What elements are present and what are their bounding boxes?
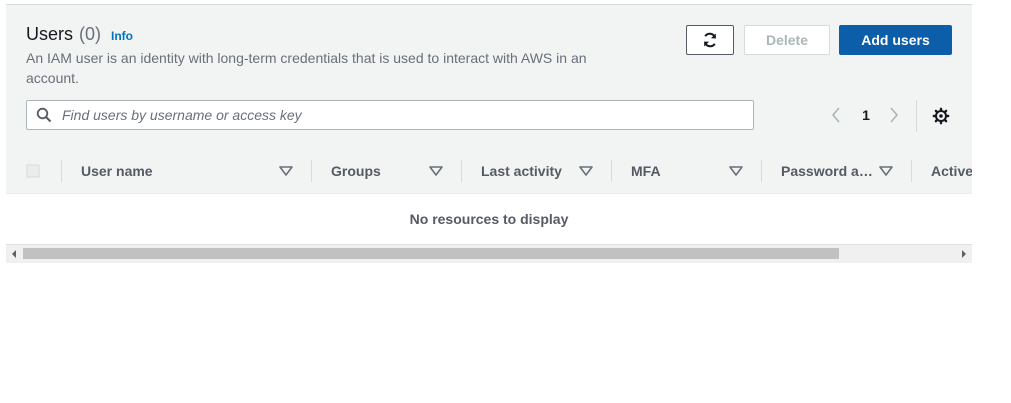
search-field[interactable] [26,100,754,130]
column-header-mfa[interactable]: MFA [611,148,761,194]
column-header-password-age[interactable]: Password a… [761,148,911,194]
page-header: Users (0) Info [26,23,133,47]
column-label: Password a… [781,163,873,179]
previous-page-button[interactable] [828,105,844,125]
table-header: User name Groups Last activity MFA Passw… [6,148,972,194]
current-page-number[interactable]: 1 [856,105,876,125]
column-label: MFA [631,163,661,179]
column-header-user-name[interactable]: User name [61,148,311,194]
chevron-left-icon [831,107,841,123]
column-label: Last activity [481,163,562,179]
preferences-button[interactable] [931,106,951,126]
page-title: Users [26,24,74,44]
column-divider [611,160,612,182]
column-divider [461,160,462,182]
sort-icon [279,166,293,176]
column-label: Groups [331,163,381,179]
sort-icon [429,166,443,176]
sort-icon [879,166,893,176]
arrow-left-icon [11,250,17,258]
info-link[interactable]: Info [111,25,133,47]
search-input[interactable] [60,106,744,124]
column-header-active-key[interactable]: Active [911,148,972,194]
sort-icon [729,166,743,176]
empty-state-message: No resources to display [6,194,972,244]
arrow-right-icon [961,250,967,258]
pager-divider [916,100,917,132]
column-header-last-activity[interactable]: Last activity [461,148,611,194]
gear-icon [932,107,950,125]
scroll-left-button[interactable] [6,245,22,263]
scroll-thumb[interactable] [23,248,839,259]
column-header-groups[interactable]: Groups [311,148,461,194]
sort-icon [579,166,593,176]
next-page-button[interactable] [886,105,902,125]
column-divider [311,160,312,182]
page-description: An IAM user is an identity with long-ter… [26,50,587,86]
column-label: Active [931,163,972,179]
column-divider [911,160,912,182]
chevron-right-icon [889,107,899,123]
column-label: User name [81,163,153,179]
horizontal-scrollbar[interactable] [6,244,972,263]
column-divider [61,160,62,182]
users-panel: Users (0) Info An IAM user is an identit… [6,4,972,263]
column-divider [761,160,762,182]
user-count: (0) [79,24,102,44]
select-all-checkbox[interactable] [26,164,40,178]
scroll-right-button[interactable] [956,245,972,263]
delete-button[interactable]: Delete [744,25,830,55]
refresh-icon [702,32,718,48]
add-users-button[interactable]: Add users [839,25,952,55]
refresh-button[interactable] [686,25,734,55]
search-icon [36,107,52,123]
